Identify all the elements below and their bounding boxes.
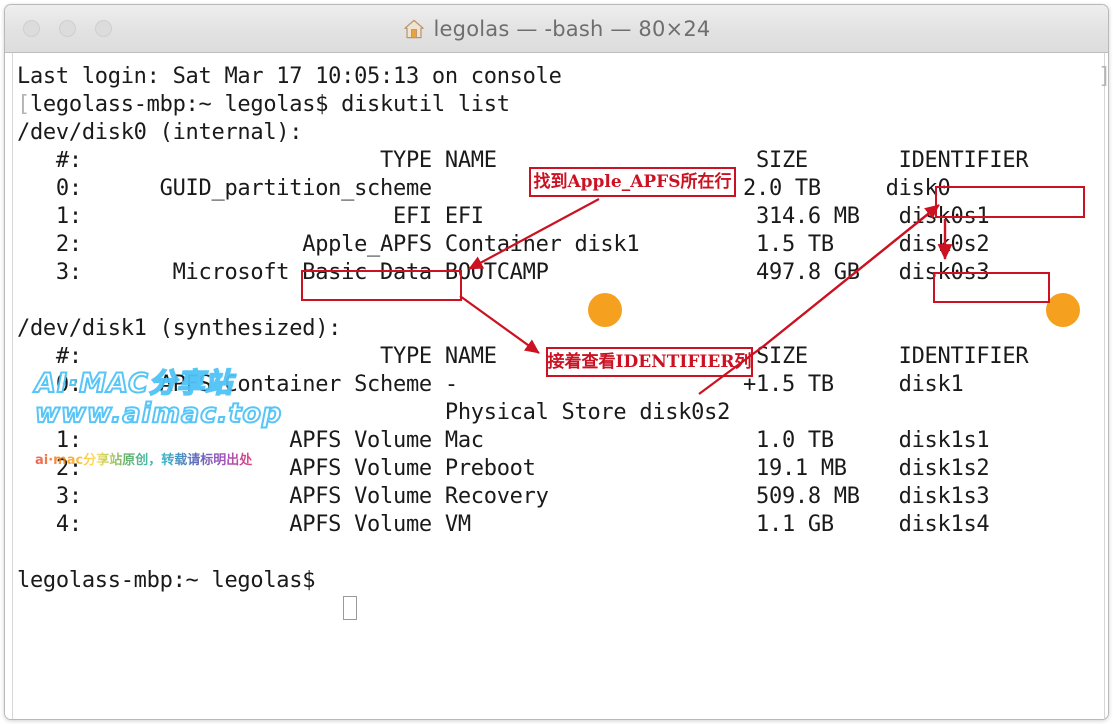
terminal-line: /dev/disk0 (internal): (17, 120, 303, 145)
window-titlebar[interactable]: legolas — -bash — 80×24 (5, 5, 1108, 53)
terminal-line: 2: Apple_APFS Container disk1 1.5 TB dis… (17, 232, 990, 257)
watermark-line-2: www.aimac.top (34, 398, 283, 430)
terminal-line: /dev/disk1 (synthesized): (17, 316, 342, 341)
close-button[interactable] (23, 20, 40, 37)
watermark-main: AI·MAC分享站 www.aimac.top (34, 368, 283, 430)
prompt-edge-bracket: ] (1098, 63, 1108, 91)
watermark-sub: ai·mac分享站原创，转载请标明出处 (35, 449, 252, 468)
terminal-left-rule (12, 53, 13, 719)
terminal-text: Last login: Sat Mar 17 10:05:13 on conso… (17, 63, 1029, 595)
terminal-line: 4: APFS Volume VM 1.1 GB disk1s4 (17, 512, 990, 537)
annotation-box-find-apple-apfs: 找到Apple_APFS所在行 (529, 167, 736, 197)
terminal-line: 1: EFI EFI 314.6 MB disk0s1 (17, 204, 990, 229)
terminal-line: legolass-mbp:~ legolas$ (17, 568, 329, 593)
terminal-line: #: TYPE NAME SIZE IDENTIFIER (17, 148, 1029, 173)
terminal-line: Last login: Sat Mar 17 10:05:13 on conso… (17, 64, 562, 89)
home-icon (403, 19, 424, 38)
marker-dot-disk0s3 (1046, 293, 1080, 327)
watermark-line-1: AI·MAC分享站 (34, 368, 233, 400)
marker-dot-bootcamp (588, 293, 622, 327)
terminal-window: legolas — -bash — 80×24 Last login: Sat … (4, 4, 1109, 720)
terminal-line: [legolass-mbp:~ legolas$ diskutil list (17, 92, 510, 117)
terminal-cursor (343, 596, 357, 620)
annotation-box-check-identifier: 接着查看IDENTIFIER列 (546, 347, 753, 377)
minimize-button[interactable] (59, 20, 76, 37)
terminal-line: 3: Microsoft Basic Data BOOTCAMP 497.8 G… (17, 260, 990, 285)
highlight-identifier-header (935, 186, 1085, 218)
terminal-line: #: TYPE NAME SIZE IDENTIFIER (17, 344, 1029, 369)
scrollbar[interactable] (1104, 53, 1105, 719)
terminal-line: 3: APFS Volume Recovery 509.8 MB disk1s3 (17, 484, 990, 509)
window-title-group: legolas — -bash — 80×24 (5, 5, 1108, 52)
terminal-body[interactable]: Last login: Sat Mar 17 10:05:13 on conso… (5, 53, 1108, 719)
window-title: legolas — -bash — 80×24 (433, 16, 711, 41)
prompt-bracket: [ (17, 92, 30, 117)
highlight-apple-apfs (301, 270, 462, 301)
highlight-disk0s2 (933, 272, 1050, 303)
terminal-line: 0: GUID_partition_scheme 2.0 TB disk0 (17, 176, 951, 201)
zoom-button[interactable] (95, 20, 112, 37)
